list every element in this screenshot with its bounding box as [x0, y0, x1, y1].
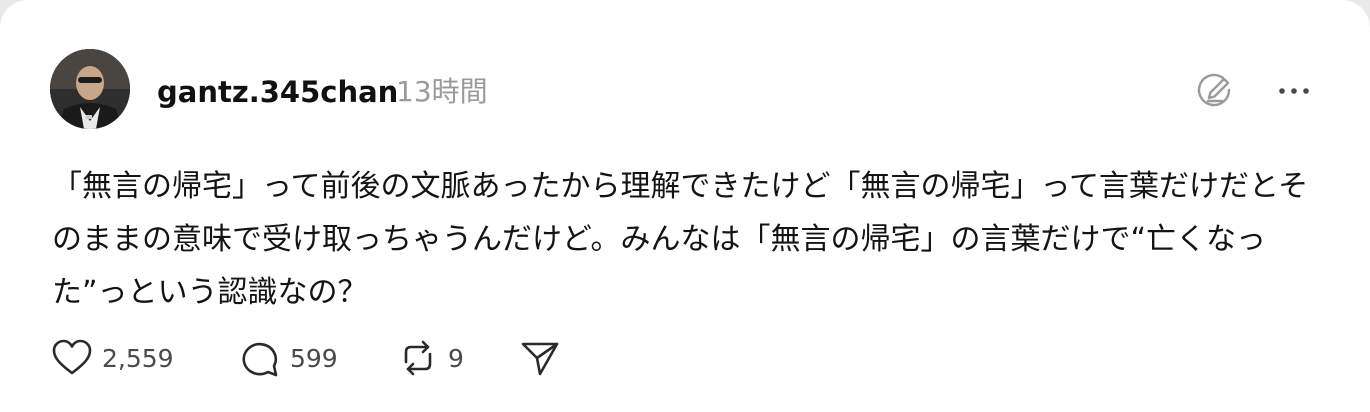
username[interactable]: gantz.345chan: [157, 72, 398, 112]
post-timestamp: 13時間: [396, 75, 488, 108]
post-card: gantz.345chan 13時間 「無言の帰宅」って前後の文脈あったから理解…: [0, 0, 1370, 412]
repost-count: 9: [448, 343, 464, 373]
post-body-text: 「無言の帰宅」って前後の文脈あったから理解できたけど「無言の帰宅」って言葉だけだ…: [52, 169, 1309, 310]
like-count: 2,559: [102, 343, 174, 373]
avatar-image: [50, 49, 130, 129]
more-options-button[interactable]: [1274, 76, 1314, 106]
share-button[interactable]: [518, 334, 562, 382]
repost-arrows-icon: [404, 340, 432, 376]
send-paper-plane-icon: [521, 342, 559, 376]
avatar[interactable]: [50, 49, 130, 129]
repost-button[interactable]: 9: [396, 334, 464, 382]
reply-button[interactable]: 599: [238, 334, 338, 382]
edit-button[interactable]: [1193, 70, 1235, 112]
comment-bubble-icon: [242, 342, 278, 377]
more-horizontal-icon: [1279, 88, 1309, 94]
edit-circle-icon: [1197, 73, 1231, 107]
reply-count: 599: [290, 343, 338, 373]
heart-icon: [52, 339, 92, 375]
like-button[interactable]: 2,559: [50, 334, 174, 382]
